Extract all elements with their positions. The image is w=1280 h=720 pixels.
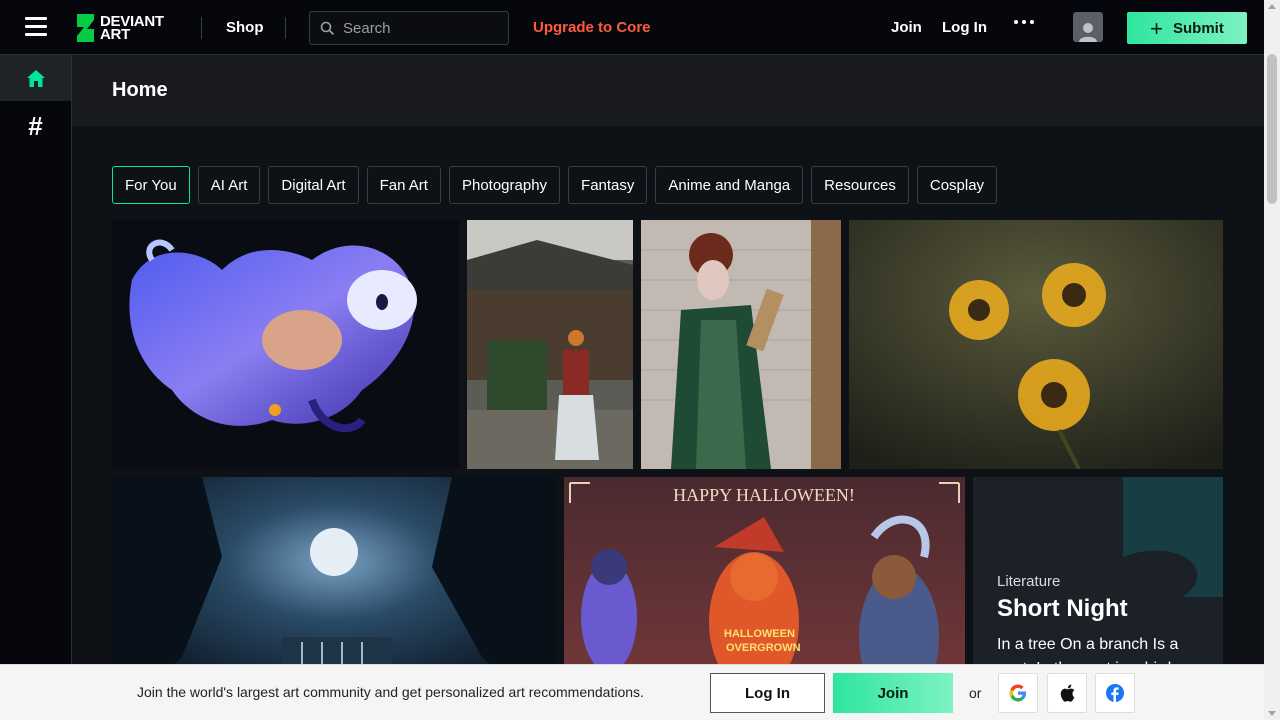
- deviantart-logo[interactable]: DEVIANT ART: [74, 13, 164, 43]
- tab-fantasy[interactable]: Fantasy: [568, 166, 648, 204]
- page-title: Home: [112, 79, 168, 101]
- login-link[interactable]: Log In: [942, 19, 987, 36]
- apple-login-button[interactable]: [1047, 673, 1087, 713]
- submit-button-label: Submit: [1173, 19, 1224, 37]
- shop-link[interactable]: Shop: [226, 19, 264, 36]
- divider: [285, 17, 286, 39]
- halloween-label-2: OVERGROWN: [726, 642, 801, 654]
- tab-resources[interactable]: Resources: [811, 166, 909, 204]
- tab-cosplay[interactable]: Cosplay: [916, 166, 998, 204]
- halloween-heading: HAPPY HALLOWEEN!: [673, 485, 855, 505]
- top-navigation-bar: DEVIANT ART Shop Upgrade to Core Join Lo…: [0, 0, 1264, 55]
- tab-fan-art[interactable]: Fan Art: [366, 166, 441, 204]
- hash-icon: #: [28, 110, 43, 141]
- artwork-creature-illustration[interactable]: [112, 220, 459, 469]
- banner-login-button[interactable]: Log In: [710, 673, 825, 713]
- page-scrollbar[interactable]: [1264, 0, 1280, 720]
- tab-ai-art[interactable]: AI Art: [197, 166, 261, 204]
- tab-anime-and-manga[interactable]: Anime and Manga: [655, 166, 804, 204]
- yellow-flowers-photo-image: [849, 220, 1223, 469]
- tab-digital-art[interactable]: Digital Art: [268, 166, 359, 204]
- menu-icon[interactable]: [25, 17, 47, 37]
- sidebar-item-home[interactable]: [0, 55, 71, 101]
- user-silhouette-icon: [1079, 23, 1097, 42]
- divider: [201, 17, 202, 39]
- scrollbar-thumb[interactable]: [1267, 54, 1277, 204]
- search-input[interactable]: [343, 19, 493, 37]
- google-login-button[interactable]: [998, 673, 1038, 713]
- sidebar-item-topics[interactable]: #: [0, 103, 71, 149]
- avatar[interactable]: [1073, 12, 1103, 42]
- literature-title: Short Night: [997, 595, 1128, 622]
- page-header: Home: [72, 55, 1264, 126]
- facebook-icon: [1106, 684, 1124, 702]
- creature-artwork-image: [129, 239, 417, 433]
- banner-or-label: or: [969, 685, 982, 701]
- artwork-yellow-flowers-photo[interactable]: [849, 220, 1223, 469]
- category-tabs: For You AI Art Digital Art Fan Art Photo…: [112, 166, 998, 204]
- literature-category: Literature: [997, 573, 1061, 590]
- tab-photography[interactable]: Photography: [448, 166, 561, 204]
- google-icon: [1009, 684, 1026, 702]
- artwork-witch-cosplay-photo[interactable]: [641, 220, 841, 469]
- banner-join-button[interactable]: Join: [833, 673, 953, 713]
- halloween-label-1: HALLOWEEN: [724, 628, 795, 640]
- search-icon: [320, 21, 335, 35]
- home-icon: [26, 69, 45, 87]
- witch-cosplay-photo-image: [641, 220, 841, 469]
- left-sidebar: #: [0, 55, 72, 720]
- scroll-down-arrow-icon[interactable]: [1268, 711, 1276, 716]
- apple-icon: [1060, 684, 1075, 702]
- more-options-icon[interactable]: [1014, 20, 1034, 24]
- logo-wordmark: DEVIANT ART: [100, 14, 164, 42]
- join-banner: Join the world's largest art community a…: [0, 664, 1264, 720]
- upgrade-to-core-link[interactable]: Upgrade to Core: [533, 19, 651, 36]
- deviantart-logo-mark-icon: [77, 14, 94, 42]
- search-box[interactable]: [309, 11, 509, 45]
- artwork-samurai-cosplay-photo[interactable]: [467, 220, 633, 469]
- tab-for-you[interactable]: For You: [112, 166, 190, 204]
- samurai-cosplay-photo-image: [467, 220, 633, 469]
- banner-text: Join the world's largest art community a…: [137, 684, 644, 700]
- facebook-login-button[interactable]: [1095, 673, 1135, 713]
- scroll-up-arrow-icon[interactable]: [1268, 4, 1276, 9]
- plus-icon: +: [1150, 15, 1163, 41]
- join-link[interactable]: Join: [891, 19, 922, 36]
- submit-button[interactable]: + Submit: [1127, 12, 1247, 44]
